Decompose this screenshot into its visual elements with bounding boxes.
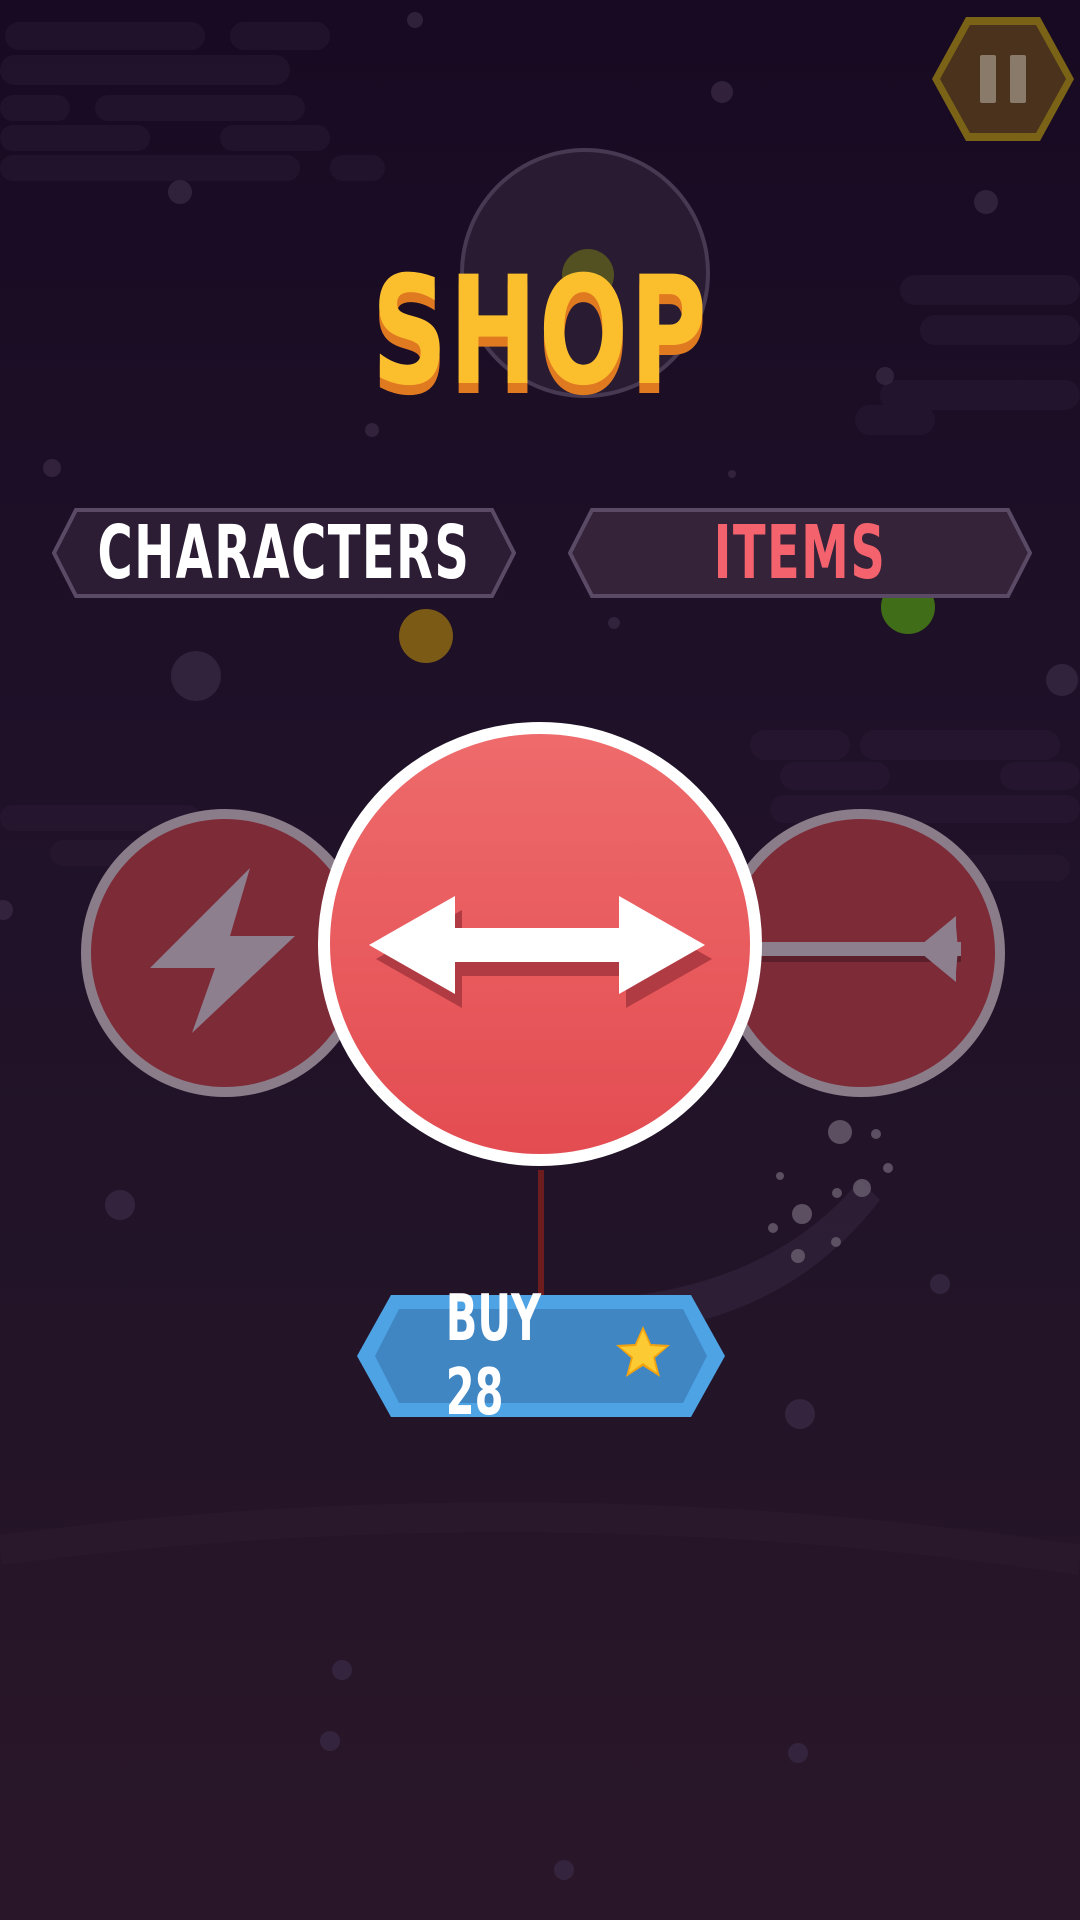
pause-icon	[932, 17, 1074, 141]
tab-characters-label: CHARACTERS	[97, 510, 471, 596]
buy-button[interactable]: BUY 28	[355, 1282, 727, 1430]
tab-items[interactable]: ITEMS	[568, 508, 1032, 598]
item-double-arrow[interactable]	[312, 716, 768, 1172]
page-title-text: SHOP	[371, 245, 709, 419]
tab-characters[interactable]: CHARACTERS	[52, 508, 516, 598]
tab-items-label: ITEMS	[713, 510, 887, 596]
pause-button[interactable]	[930, 15, 1076, 143]
buy-button-label: BUY 28	[445, 1282, 542, 1430]
page-title: SHOP	[119, 245, 961, 419]
